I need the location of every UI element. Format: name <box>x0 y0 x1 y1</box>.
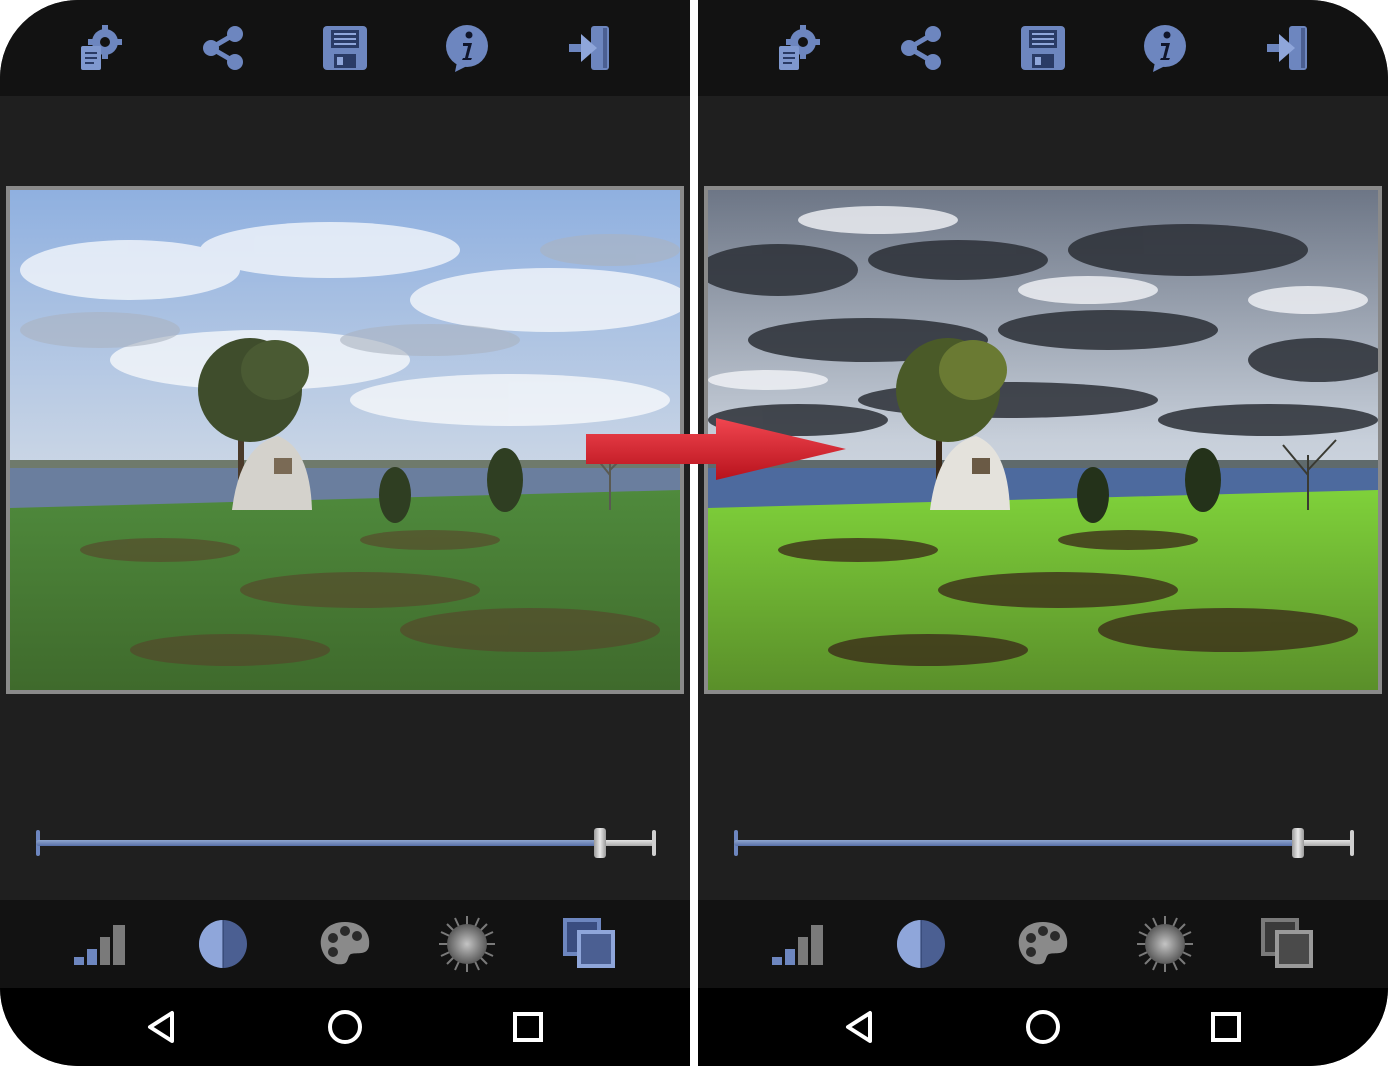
info-icon[interactable] <box>439 20 495 76</box>
levels-bars-icon[interactable] <box>71 914 131 974</box>
share-icon[interactable] <box>195 20 251 76</box>
settings-document-icon[interactable] <box>73 20 129 76</box>
save-floppy-icon[interactable] <box>317 20 373 76</box>
info-icon[interactable] <box>1137 20 1193 76</box>
back-triangle-icon[interactable] <box>137 1002 187 1052</box>
intensity-slider[interactable] <box>36 826 656 860</box>
panel-divider <box>690 0 698 1066</box>
contrast-half-circle-icon[interactable] <box>193 914 253 974</box>
system-nav-bar <box>0 988 690 1066</box>
phone-screen-hdr <box>698 0 1388 1066</box>
contrast-half-circle-icon[interactable] <box>891 914 951 974</box>
top-toolbar <box>0 0 690 96</box>
layers-icon[interactable] <box>1257 914 1317 974</box>
share-icon[interactable] <box>893 20 949 76</box>
exit-icon[interactable] <box>561 20 617 76</box>
palette-icon[interactable] <box>315 914 375 974</box>
slider-fill <box>36 840 600 846</box>
comparison-arrow-icon <box>586 418 846 480</box>
brightness-sun-icon[interactable] <box>1135 914 1195 974</box>
settings-document-icon[interactable] <box>771 20 827 76</box>
back-triangle-icon[interactable] <box>835 1002 885 1052</box>
layers-icon[interactable] <box>559 914 619 974</box>
slider-thumb[interactable] <box>594 828 606 858</box>
slider-rest <box>600 840 656 846</box>
slider-rest <box>1298 840 1354 846</box>
phone-screen-original <box>0 0 690 1066</box>
slider-end-cap <box>1350 830 1354 856</box>
bottom-toolbar <box>698 900 1388 988</box>
slider-fill <box>734 840 1298 846</box>
system-nav-bar <box>698 988 1388 1066</box>
palette-icon[interactable] <box>1013 914 1073 974</box>
recents-square-icon[interactable] <box>1201 1002 1251 1052</box>
intensity-slider[interactable] <box>734 826 1354 860</box>
slider-thumb[interactable] <box>1292 828 1304 858</box>
top-toolbar <box>698 0 1388 96</box>
brightness-sun-icon[interactable] <box>437 914 497 974</box>
recents-square-icon[interactable] <box>503 1002 553 1052</box>
slider-end-cap <box>652 830 656 856</box>
bottom-toolbar <box>0 900 690 988</box>
exit-icon[interactable] <box>1259 20 1315 76</box>
levels-bars-icon[interactable] <box>769 914 829 974</box>
photo-original <box>6 186 684 694</box>
home-circle-icon[interactable] <box>1018 1002 1068 1052</box>
save-floppy-icon[interactable] <box>1015 20 1071 76</box>
home-circle-icon[interactable] <box>320 1002 370 1052</box>
